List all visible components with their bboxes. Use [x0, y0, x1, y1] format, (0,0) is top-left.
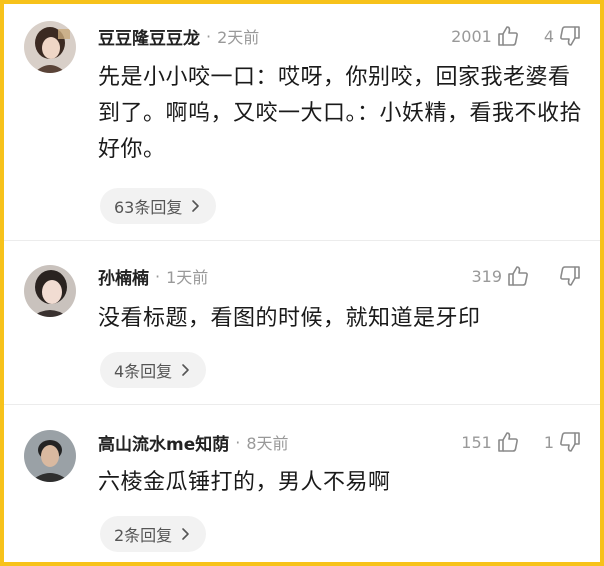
view-replies-button[interactable]: 4条回复: [100, 352, 207, 388]
username[interactable]: 豆豆隆豆豆龙: [98, 24, 200, 49]
avatar[interactable]: [24, 265, 76, 317]
timestamp: 1天前: [166, 268, 209, 287]
comment-item: 孙楠楠 · 1天前 319 没看标题，看图的时候，就知道是牙印 4条回复: [4, 241, 600, 401]
reply-count-label: 2条回复: [114, 526, 173, 545]
thumbs-up-icon[interactable]: [496, 430, 520, 454]
dislike-button[interactable]: 4: [544, 24, 582, 48]
comment-text: 没看标题，看图的时候，就知道是牙印: [98, 306, 481, 331]
avatar[interactable]: [24, 21, 76, 73]
chevron-right-icon: [180, 363, 190, 377]
thumbs-up-icon[interactable]: [506, 264, 530, 288]
like-count: 2001: [451, 26, 492, 46]
like-button[interactable]: 151: [461, 430, 520, 454]
comment-text: 六棱金瓜锤打的，男人不易啊: [98, 470, 391, 495]
comment-actions: 319: [471, 264, 582, 288]
separator-dot: ·: [235, 432, 241, 452]
view-replies-button[interactable]: 2条回复: [100, 516, 207, 552]
thumbs-down-icon[interactable]: [558, 430, 582, 454]
comment-meta: 豆豆隆豆豆龙 · 2天前: [98, 24, 260, 49]
thumbs-down-icon[interactable]: [558, 24, 582, 48]
timestamp: 2天前: [217, 28, 260, 47]
comment-meta: 孙楠楠 · 1天前: [98, 264, 209, 289]
dislike-button[interactable]: 1: [544, 430, 582, 454]
thumbs-up-icon[interactable]: [496, 24, 520, 48]
chevron-right-icon: [190, 199, 200, 213]
separator-dot: ·: [155, 266, 161, 286]
separator-dot: ·: [206, 26, 212, 46]
chevron-right-icon: [180, 527, 190, 541]
comment-item: 高山流水me知荫 · 8天前 151 1 六棱金瓜锤打的，男人不易啊 2条回复: [4, 405, 600, 562]
comment-meta: 高山流水me知荫 · 8天前: [98, 430, 289, 455]
timestamp: 8天前: [246, 434, 289, 453]
like-count: 319: [471, 266, 502, 286]
like-count: 151: [461, 432, 492, 452]
comment-actions: 151 1: [461, 430, 582, 454]
username[interactable]: 孙楠楠: [98, 264, 149, 289]
like-button[interactable]: 319: [471, 264, 530, 288]
comment-item: 豆豆隆豆豆龙 · 2天前 2001 4 先是小小咬一口：哎呀，你别咬，回家我老婆…: [4, 4, 600, 234]
avatar[interactable]: [24, 430, 76, 482]
username[interactable]: 高山流水me知荫: [98, 430, 229, 455]
thumbs-down-icon[interactable]: [558, 264, 582, 288]
dislike-count: 1: [543, 432, 554, 452]
view-replies-button[interactable]: 63条回复: [100, 188, 217, 224]
reply-count-label: 63条回复: [114, 198, 183, 217]
like-button[interactable]: 2001: [451, 24, 520, 48]
dislike-count: 4: [543, 26, 554, 46]
dislike-button[interactable]: [554, 264, 582, 288]
comment-actions: 2001 4: [451, 24, 582, 48]
reply-count-label: 4条回复: [114, 362, 173, 381]
comment-panel: 豆豆隆豆豆龙 · 2天前 2001 4 先是小小咬一口：哎呀，你别咬，回家我老婆…: [0, 0, 604, 566]
comment-text: 先是小小咬一口：哎呀，你别咬，回家我老婆看到了。啊呜，又咬一大口。：小妖精，看我…: [98, 65, 583, 162]
